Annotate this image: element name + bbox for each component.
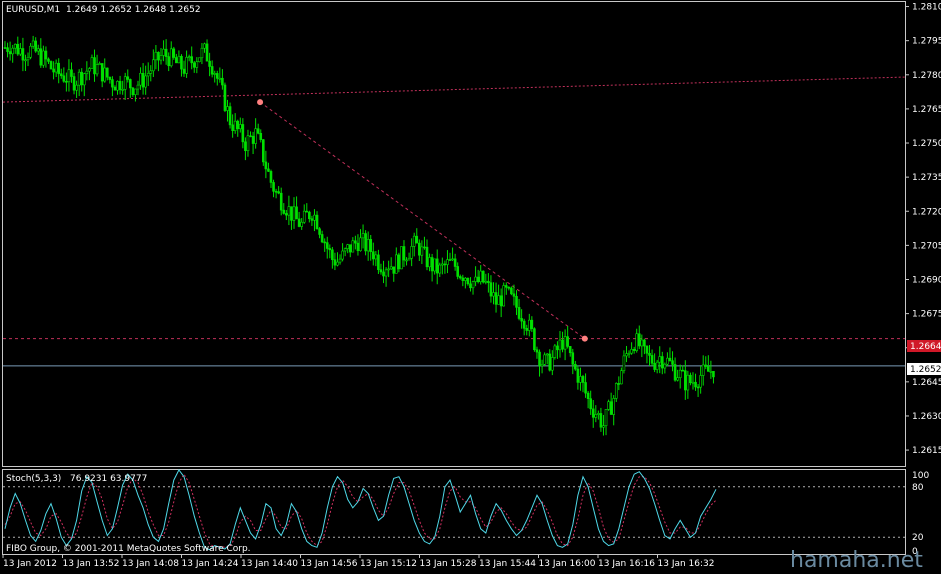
- price-tick-label: 1.2735: [912, 173, 941, 183]
- candle: [198, 57, 201, 63]
- stoch-tick-label: 100: [912, 471, 929, 481]
- time-tick-label: 13 Jan 15:12: [360, 559, 417, 569]
- time-tick-label: 13 Jan 14:24: [182, 559, 239, 569]
- price-tick-label: 1.2645: [912, 378, 941, 388]
- stoch-tick-label: 20: [912, 533, 924, 543]
- price-tick-label: 1.2615: [912, 446, 941, 456]
- stoch-values: 76.9231 63.9777: [70, 474, 147, 484]
- time-tick-label: 13 Jan 15:44: [479, 559, 536, 569]
- price-tick-label: 1.2750: [912, 139, 941, 149]
- candle: [553, 344, 557, 360]
- time-tick-label: 13 Jan 14:08: [122, 559, 179, 569]
- watermark-text: hamaha.net: [790, 548, 923, 570]
- time-tick-label: 13 Jan 15:28: [420, 559, 477, 569]
- candle: [533, 327, 536, 352]
- time-tick-label: 13 Jan 2012: [3, 559, 57, 569]
- time-tick-label: 13 Jan 16:32: [658, 559, 715, 569]
- price-tick-label: 1.2720: [912, 207, 941, 217]
- candle: [223, 82, 227, 113]
- candle: [228, 102, 232, 129]
- chart-canvas[interactable]: 1.2810 1.2795 1.2780 1.2765 1.2750 1.2735 1.27…: [0, 0, 941, 573]
- price-tick-label: 1.2780: [912, 71, 941, 81]
- candle: [481, 270, 485, 284]
- stoch-tick-label: 80: [912, 483, 924, 493]
- ohlc-values: 1.2649 1.2652 1.2648 1.2652: [66, 5, 201, 15]
- symbol-label: EURUSD,M1: [6, 5, 60, 15]
- time-tick-label: 13 Jan 14:40: [241, 559, 298, 569]
- time-tick-label: 13 Jan 14:56: [301, 559, 358, 569]
- candle: [502, 282, 506, 307]
- candle: [49, 60, 53, 70]
- trendline-anchor-marker[interactable]: [257, 99, 264, 106]
- stoch-name: Stoch(5,3,3): [6, 474, 61, 484]
- price-tick-label: 1.2765: [912, 105, 941, 115]
- candle: [400, 246, 403, 270]
- candle: [510, 286, 513, 296]
- red-line-price-tag: 1.2664: [907, 340, 941, 352]
- candle: [262, 139, 265, 166]
- current-price-tag: 1.2652: [907, 363, 941, 375]
- price-tick-label: 1.2630: [912, 412, 941, 422]
- chart-window[interactable]: 1.2810 1.2795 1.2780 1.2765 1.2750 1.2735 1.27…: [0, 0, 941, 573]
- price-tick-label: 1.2810: [912, 3, 941, 13]
- price-tick-label: 1.2690: [912, 275, 941, 285]
- price-tick-label: 1.2705: [912, 241, 941, 251]
- time-tick-label: 13 Jan 16:16: [598, 559, 655, 569]
- svg-text:1.2664: 1.2664: [910, 342, 941, 352]
- time-tick-label: 13 Jan 13:52: [63, 559, 120, 569]
- trendline-anchor-marker[interactable]: [581, 335, 588, 342]
- price-tick-label: 1.2795: [912, 37, 941, 47]
- price-tick-label: 1.2675: [912, 310, 941, 320]
- time-tick-label: 13 Jan 16:00: [539, 559, 596, 569]
- svg-text:1.2652: 1.2652: [910, 365, 941, 375]
- copyright-text: FIBO Group, © 2001-2011 MetaQuotes Softw…: [6, 544, 251, 554]
